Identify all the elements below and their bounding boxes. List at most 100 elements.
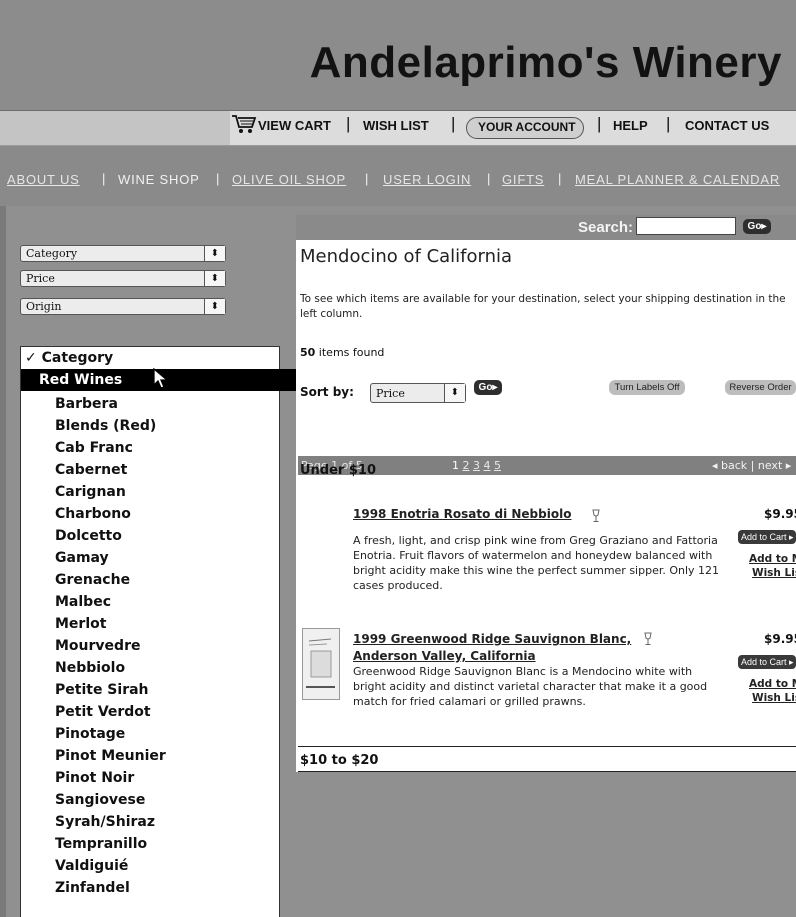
category-item[interactable]: Gamay bbox=[21, 547, 313, 569]
product-name-link[interactable]: 1998 Enotria Rosato di Nebbiolo bbox=[353, 507, 571, 521]
nav-separator: | bbox=[487, 171, 491, 186]
category-item[interactable]: Petite Sirah bbox=[21, 679, 313, 701]
sort-by-label: Sort by: bbox=[300, 385, 354, 399]
pager-separator: | bbox=[750, 459, 755, 472]
add-to-cart-button[interactable]: Add to Cart ▸ bbox=[738, 530, 796, 544]
page-number-link[interactable]: 2 bbox=[463, 459, 470, 472]
price-filter-label: Price bbox=[26, 272, 55, 285]
nav-separator: | bbox=[597, 114, 602, 133]
mouse-pointer-icon bbox=[153, 367, 169, 395]
category-list[interactable]: ✓ Category Red Wines Barbera Blends (Red… bbox=[20, 346, 297, 917]
select-arrows-icon: ⬍ bbox=[204, 271, 225, 286]
reverse-order-button[interactable]: Reverse Order bbox=[725, 380, 796, 395]
category-item[interactable]: Petit Verdot bbox=[21, 701, 313, 723]
category-item[interactable]: Pinot Noir bbox=[21, 767, 313, 789]
back-link[interactable]: ◂ back bbox=[712, 459, 747, 472]
origin-filter-label: Origin bbox=[26, 300, 62, 313]
category-header[interactable]: ✓ Category bbox=[21, 347, 283, 369]
add-to-wish-list-link[interactable]: Add to My bbox=[749, 677, 796, 691]
about-us-link[interactable]: ABOUT US bbox=[7, 172, 80, 187]
meal-planner-link[interactable]: MEAL PLANNER & CALENDAR bbox=[575, 172, 780, 187]
origin-filter-select[interactable]: Origin ⬍ bbox=[20, 298, 226, 315]
contact-us-link[interactable]: CONTACT US bbox=[685, 118, 769, 133]
select-arrows-icon: ⬍ bbox=[444, 384, 465, 402]
product-price: $9.95 bbox=[764, 507, 796, 521]
category-item[interactable]: Tempranillo bbox=[21, 833, 313, 855]
section-heading: Under $10 bbox=[300, 463, 377, 478]
category-item[interactable]: Carignan bbox=[21, 481, 313, 503]
category-item[interactable]: Sangiovese bbox=[21, 789, 313, 811]
product-name-link[interactable]: Anderson Valley, California bbox=[353, 649, 536, 663]
category-item[interactable]: Cab Franc bbox=[21, 437, 313, 459]
product-description: A fresh, light, and crisp pink wine from… bbox=[353, 534, 720, 592]
product-price: $9.95 bbox=[764, 632, 796, 646]
pager-nav: ◂ back | next ▸ bbox=[712, 459, 791, 472]
nav-separator: | bbox=[346, 114, 351, 133]
category-filter-label: Category bbox=[26, 247, 78, 260]
category-item[interactable]: Pinotage bbox=[21, 723, 313, 745]
wish-list-link[interactable]: WISH LIST bbox=[363, 118, 429, 133]
section-heading: $10 to $20 bbox=[300, 753, 379, 768]
turn-labels-off-button[interactable]: Turn Labels Off bbox=[609, 380, 685, 395]
category-item[interactable]: Barbera bbox=[21, 393, 313, 415]
category-item[interactable]: Nebbiolo bbox=[21, 657, 313, 679]
site-title: Andelaprimo's Winery bbox=[309, 38, 782, 87]
top-nav-left-panel bbox=[0, 111, 230, 145]
category-item[interactable]: Valdiguié bbox=[21, 855, 313, 877]
add-to-wish-list-link[interactable]: Add to My bbox=[749, 552, 796, 566]
add-to-cart-button[interactable]: Add to Cart ▸ bbox=[738, 655, 796, 669]
search-go-button[interactable]: Go▸ bbox=[743, 219, 771, 234]
category-item[interactable]: Zinfandel bbox=[21, 877, 313, 899]
category-item[interactable]: Pinot Meunier bbox=[21, 745, 313, 767]
price-filter-select[interactable]: Price ⬍ bbox=[20, 270, 226, 287]
category-item[interactable]: Grenache bbox=[21, 569, 313, 591]
category-item[interactable]: Blends (Red) bbox=[21, 415, 313, 437]
category-item[interactable]: Syrah/Shiraz bbox=[21, 811, 313, 833]
page-number-link[interactable]: 4 bbox=[484, 459, 491, 472]
category-item[interactable]: Dolcetto bbox=[21, 525, 313, 547]
wine-glass-icon bbox=[644, 632, 652, 651]
cart-icon[interactable] bbox=[231, 113, 257, 140]
items-found-label: items found bbox=[315, 346, 385, 359]
wine-label-thumbnail[interactable] bbox=[302, 628, 340, 700]
section-divider bbox=[298, 771, 796, 772]
view-cart-link[interactable]: VIEW CART bbox=[258, 118, 331, 133]
sort-go-button[interactable]: Go▸ bbox=[474, 380, 502, 395]
search-input[interactable] bbox=[636, 217, 736, 235]
items-found: 50 items found bbox=[300, 346, 384, 359]
items-found-count: 50 bbox=[300, 346, 316, 359]
category-item[interactable]: Malbec bbox=[21, 591, 313, 613]
nav-separator: | bbox=[365, 171, 369, 186]
sort-select-value: Price bbox=[376, 387, 405, 400]
page-title: Mendocino of California bbox=[300, 246, 513, 267]
add-to-wish-list-link[interactable]: Wish List bbox=[752, 691, 796, 705]
category-item[interactable]: Merlot bbox=[21, 613, 313, 635]
page-numbers: 1 2 3 4 5 bbox=[452, 459, 501, 472]
category-filter-select[interactable]: Category ⬍ bbox=[20, 245, 226, 262]
nav-separator: | bbox=[558, 171, 562, 186]
page-number-current: 1 bbox=[452, 459, 459, 472]
help-link[interactable]: HELP bbox=[613, 118, 648, 133]
next-link[interactable]: next ▸ bbox=[758, 459, 791, 472]
product-name-link[interactable]: 1999 Greenwood Ridge Sauvignon Blanc, bbox=[353, 632, 631, 646]
category-item[interactable]: Charbono bbox=[21, 503, 313, 525]
page-number-link[interactable]: 5 bbox=[494, 459, 501, 472]
section-divider bbox=[298, 746, 796, 747]
nav-separator: | bbox=[216, 171, 220, 186]
search-label: Search: bbox=[578, 219, 634, 236]
page-number-link[interactable]: 3 bbox=[473, 459, 480, 472]
nav-separator: | bbox=[451, 114, 456, 133]
sort-select[interactable]: Price ⬍ bbox=[370, 383, 466, 403]
user-login-link[interactable]: USER LOGIN bbox=[383, 172, 471, 187]
wine-shop-link[interactable]: WINE SHOP bbox=[118, 172, 200, 187]
select-arrows-icon: ⬍ bbox=[204, 299, 225, 314]
add-to-wish-list-link[interactable]: Wish List bbox=[752, 566, 796, 580]
product-description: Greenwood Ridge Sauvignon Blanc is a Men… bbox=[353, 665, 708, 708]
category-item[interactable]: Mourvedre bbox=[21, 635, 313, 657]
select-arrows-icon: ⬍ bbox=[204, 246, 225, 261]
category-item[interactable]: Cabernet bbox=[21, 459, 313, 481]
wine-glass-icon bbox=[592, 509, 600, 528]
olive-oil-shop-link[interactable]: OLIVE OIL SHOP bbox=[232, 172, 346, 187]
gifts-link[interactable]: GIFTS bbox=[502, 172, 544, 187]
nav-separator: | bbox=[102, 171, 106, 186]
